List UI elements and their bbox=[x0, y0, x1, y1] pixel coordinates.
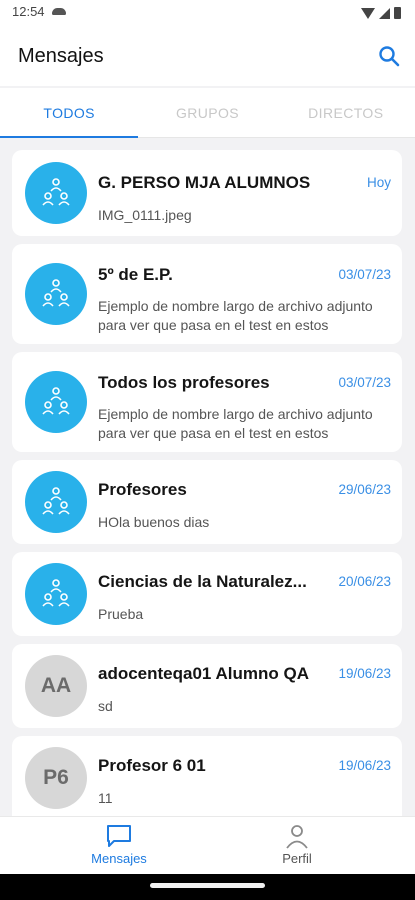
gesture-bar bbox=[0, 874, 415, 900]
conversation-title: 5º de E.P. bbox=[98, 265, 173, 284]
conversation-date: Hoy bbox=[366, 175, 391, 190]
group-icon bbox=[42, 579, 70, 607]
tab-indicator bbox=[0, 136, 138, 138]
conversation-item[interactable]: Todos los profesores 03/07/23 Ejemplo de… bbox=[12, 352, 402, 452]
conversation-date: 29/06/23 bbox=[338, 482, 391, 497]
group-avatar bbox=[25, 263, 87, 325]
group-avatar bbox=[25, 371, 87, 433]
avatar: P6 bbox=[25, 747, 87, 809]
group-icon bbox=[42, 487, 70, 515]
tab-grupos[interactable]: GRUPOS bbox=[138, 88, 276, 137]
status-time: 12:54 bbox=[12, 4, 45, 19]
conversation-item[interactable]: 5º de E.P. 03/07/23 Ejemplo de nombre la… bbox=[12, 244, 402, 344]
nav-perfil-label: Perfil bbox=[282, 851, 312, 866]
conversation-date: 19/06/23 bbox=[338, 758, 391, 773]
tab-bar: TODOS GRUPOS DIRECTOS bbox=[0, 88, 415, 138]
conversation-title: Ciencias de la Naturalez... bbox=[98, 572, 307, 591]
conversation-item[interactable]: G. PERSO MJA ALUMNOS Hoy IMG_0111.jpeg bbox=[12, 150, 402, 236]
cloud-icon bbox=[52, 8, 66, 15]
conversation-date: 03/07/23 bbox=[338, 375, 391, 390]
conversation-item[interactable]: Profesores 29/06/23 HOla buenos dias bbox=[12, 460, 402, 544]
nav-perfil[interactable]: Perfil bbox=[237, 817, 357, 866]
conversation-preview: Ejemplo de nombre largo de archivo adjun… bbox=[98, 406, 373, 441]
group-icon bbox=[42, 178, 70, 206]
conversation-preview: 11 bbox=[98, 790, 113, 806]
group-avatar bbox=[25, 563, 87, 625]
tab-todos[interactable]: TODOS bbox=[0, 88, 138, 137]
conversation-preview: Prueba bbox=[98, 606, 144, 622]
conversation-title: G. PERSO MJA ALUMNOS bbox=[98, 173, 311, 192]
bottom-nav: Mensajes Perfil bbox=[0, 816, 415, 878]
avatar-initials: P6 bbox=[43, 766, 69, 789]
conversation-preview: HOla buenos dias bbox=[98, 514, 210, 530]
conversation-preview: Ejemplo de nombre largo de archivo adjun… bbox=[98, 298, 373, 333]
conversation-date: 19/06/23 bbox=[338, 666, 391, 681]
cell-signal-icon bbox=[379, 7, 390, 19]
person-icon bbox=[286, 825, 308, 849]
app-bar: Mensajes bbox=[0, 28, 415, 86]
battery-icon bbox=[394, 7, 401, 19]
status-bar: 12:54 bbox=[0, 0, 415, 28]
conversation-list[interactable]: G. PERSO MJA ALUMNOS Hoy IMG_0111.jpeg 5… bbox=[12, 150, 402, 816]
avatar-initials: AA bbox=[40, 674, 72, 697]
chat-icon bbox=[107, 825, 131, 847]
home-indicator[interactable] bbox=[150, 883, 265, 888]
conversation-title: Todos los profesores bbox=[98, 373, 270, 392]
conversation-date: 03/07/23 bbox=[338, 267, 391, 282]
conversation-date: 20/06/23 bbox=[338, 574, 391, 589]
conversation-item[interactable]: AA adocenteqa01 Alumno QA 19/06/23 sd bbox=[12, 644, 402, 728]
conversation-item[interactable]: Ciencias de la Naturalez... 20/06/23 Pru… bbox=[12, 552, 402, 636]
conversation-title: Profesor 6 01 bbox=[98, 756, 206, 775]
conversation-title: adocenteqa01 Alumno QA bbox=[98, 664, 309, 683]
group-avatar bbox=[25, 471, 87, 533]
conversation-title: Profesores bbox=[98, 480, 187, 499]
search-icon[interactable] bbox=[377, 44, 401, 68]
nav-mensajes-label: Mensajes bbox=[91, 851, 147, 866]
group-icon bbox=[42, 387, 70, 415]
nav-mensajes[interactable]: Mensajes bbox=[59, 817, 179, 866]
page-title: Mensajes bbox=[18, 45, 104, 67]
tab-directos[interactable]: DIRECTOS bbox=[277, 88, 415, 137]
status-icons bbox=[361, 7, 401, 19]
wifi-icon bbox=[361, 7, 375, 19]
conversation-item[interactable]: P6 Profesor 6 01 19/06/23 11 bbox=[12, 736, 402, 816]
conversation-preview: IMG_0111.jpeg bbox=[98, 207, 192, 223]
conversation-preview: sd bbox=[98, 698, 113, 714]
avatar: AA bbox=[25, 655, 87, 717]
group-icon bbox=[42, 279, 70, 307]
group-avatar bbox=[25, 162, 87, 224]
